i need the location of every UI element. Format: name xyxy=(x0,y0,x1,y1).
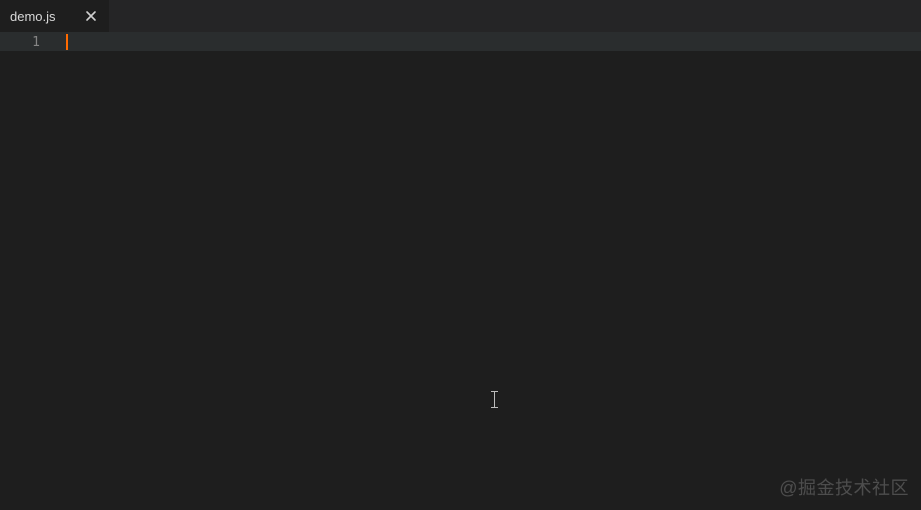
line-number: 1 xyxy=(0,33,40,52)
text-cursor xyxy=(66,34,68,50)
tab-bar: demo.js xyxy=(0,0,921,32)
tab-demo-js[interactable]: demo.js xyxy=(0,0,110,32)
editor-area[interactable]: 1 xyxy=(0,32,921,510)
tab-label: demo.js xyxy=(10,9,56,24)
code-content[interactable] xyxy=(66,32,921,510)
line-number-gutter: 1 xyxy=(0,32,58,510)
close-icon[interactable] xyxy=(83,8,99,24)
